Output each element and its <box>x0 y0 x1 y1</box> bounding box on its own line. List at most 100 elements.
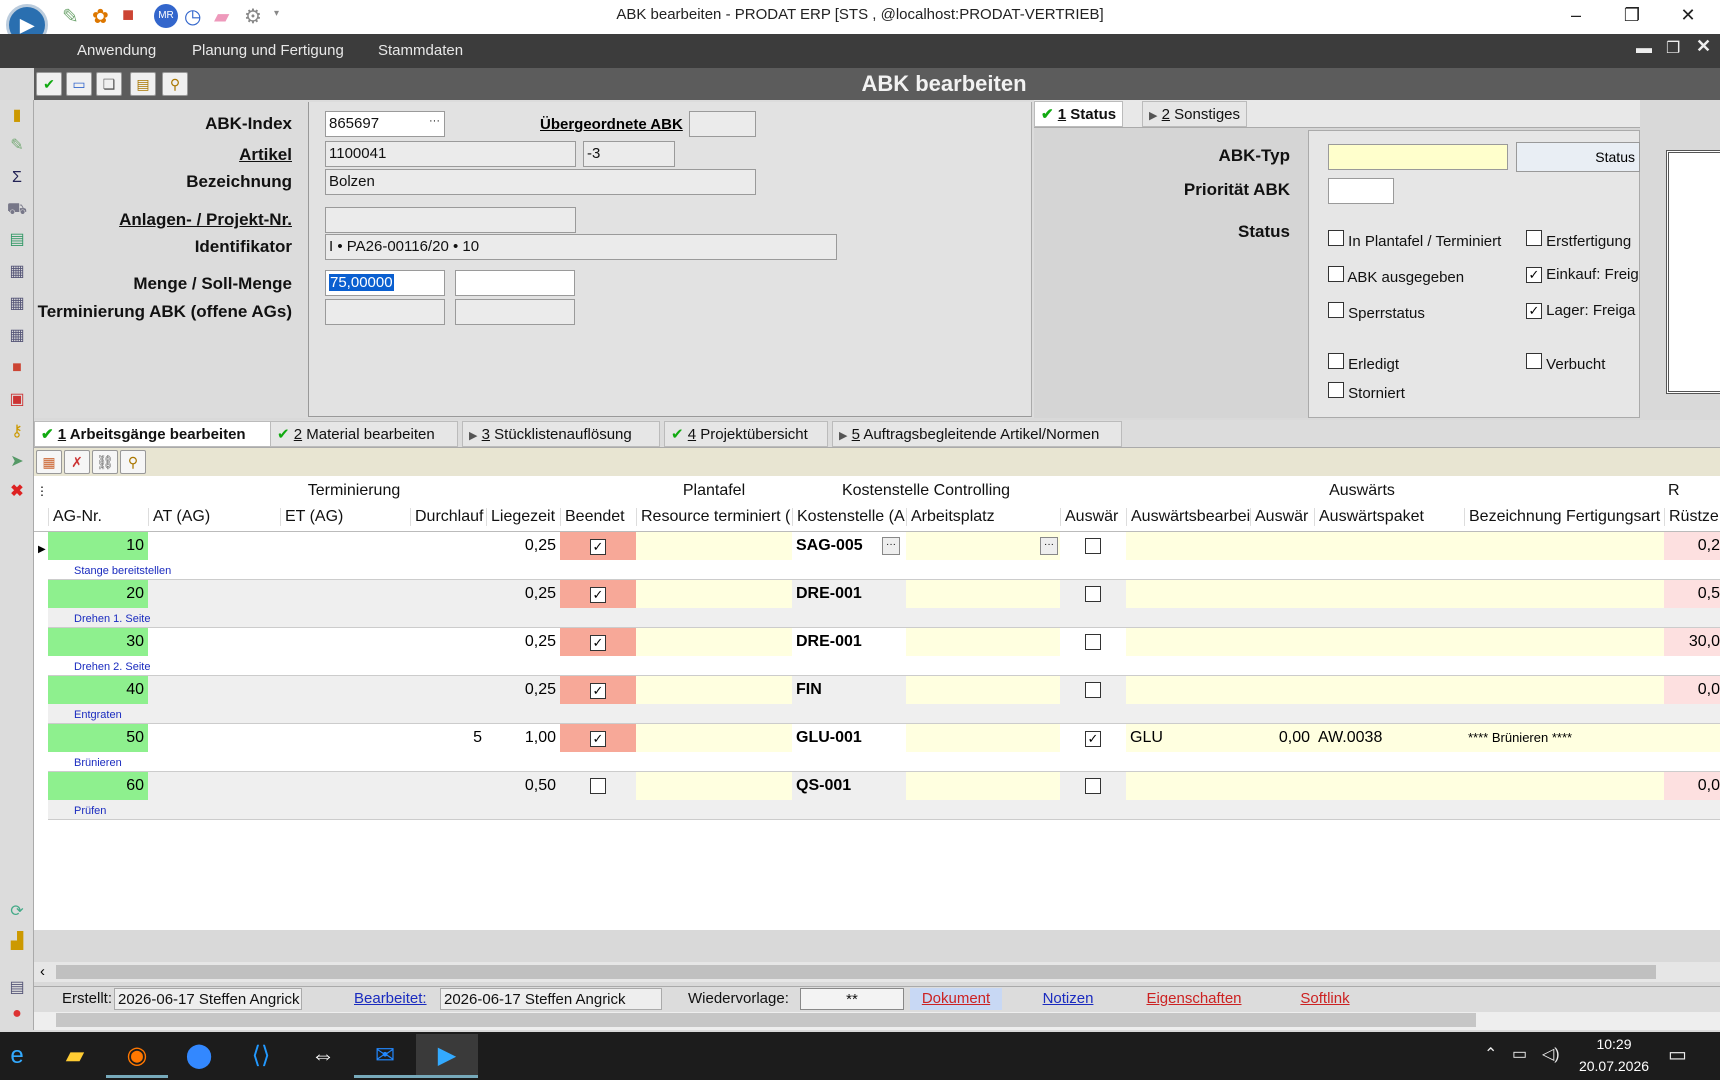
prioritaet-field[interactable] <box>1328 178 1394 204</box>
grid-column-header[interactable]: Beendet <box>560 508 636 526</box>
kostenstelle-cell[interactable]: DRE-001 <box>792 628 906 656</box>
liegezeit-cell[interactable]: 0,25 <box>486 676 560 704</box>
form-icon[interactable]: ▤ <box>4 976 30 1000</box>
artikel-field[interactable]: 1100041 <box>325 141 576 167</box>
eigenschaften-link[interactable]: Eigenschaften <box>1134 988 1254 1010</box>
sum-icon[interactable]: Σ <box>4 166 30 190</box>
auswaertsbearb-cell[interactable] <box>1126 580 1250 608</box>
explorer-icon[interactable]: ▰ <box>44 1034 106 1078</box>
status-checkbox[interactable] <box>1526 353 1542 369</box>
auswaerts-cell[interactable] <box>1060 580 1126 606</box>
resource-cell[interactable] <box>636 724 792 752</box>
arbeitsplatz-cell[interactable] <box>906 628 1060 656</box>
grid-column-header[interactable]: Auswär <box>1250 508 1314 526</box>
copy-icon[interactable]: ❏ <box>96 72 122 96</box>
auswaerts-cell[interactable] <box>1060 772 1126 798</box>
bearbeitet-link[interactable]: Bearbeitet: <box>354 988 427 1010</box>
menu-stammdaten[interactable]: Stammdaten <box>378 34 463 68</box>
doc3-icon[interactable]: ▦ <box>4 324 30 348</box>
grid-column-header[interactable]: ET (AG) <box>280 508 410 526</box>
auswaerts-checkbox[interactable] <box>1085 682 1101 698</box>
beendet-cell[interactable]: ✓ <box>560 580 636 608</box>
resource-cell[interactable] <box>636 676 792 704</box>
fertigungsart-cell[interactable] <box>1464 772 1664 800</box>
arbeitsplatz-lookup-icon[interactable]: ··· <box>1040 537 1058 555</box>
grid-column-header[interactable]: Arbeitsplatz <box>906 508 1060 526</box>
grid-link-icon[interactable]: ⛓ <box>92 450 118 474</box>
grid-column-header[interactable]: Rüstze <box>1664 508 1720 526</box>
status-button[interactable]: Status <box>1516 142 1640 172</box>
grid-column-header[interactable]: Kostenstelle (A <box>792 508 906 526</box>
ag-nr-cell[interactable]: 50 <box>48 724 148 752</box>
arbeitsplatz-cell[interactable] <box>906 532 1060 560</box>
table-row[interactable]: 20 0,25 ✓ DRE-001 0,5 Drehen 1. Seite <box>48 580 1720 628</box>
beendet-checkbox[interactable] <box>590 778 606 794</box>
auswaerts-checkbox[interactable] <box>1085 778 1101 794</box>
status-checkbox[interactable] <box>1526 230 1542 246</box>
new-window-icon[interactable]: ▭ <box>66 72 92 96</box>
status-checkbox-row[interactable]: ✓ Lager: Freiga <box>1526 302 1640 319</box>
status-checkbox-row[interactable]: ABK ausgegeben <box>1328 266 1508 286</box>
ag-nr-cell[interactable]: 60 <box>48 772 148 800</box>
kostenstelle-cell[interactable]: GLU-001 <box>792 724 906 752</box>
mdi-restore-icon[interactable]: ❐ <box>1666 38 1680 58</box>
list-icon[interactable]: ▤ <box>4 228 30 252</box>
liegezeit-cell[interactable]: 0,50 <box>486 772 560 800</box>
teamviewer-icon[interactable]: ⇔ <box>292 1034 354 1078</box>
maximize-button[interactable]: ❐ <box>1604 0 1660 32</box>
tab-status[interactable]: ✔ 1 Status <box>1034 101 1124 127</box>
grid-column-header[interactable]: AT (AG) <box>148 508 280 526</box>
beendet-cell[interactable] <box>560 772 636 800</box>
auswaerts-value-cell[interactable]: 0,00 <box>1250 724 1314 752</box>
calendar-icon[interactable]: ▣ <box>4 388 30 412</box>
parent-abk-field[interactable] <box>689 111 756 137</box>
search-icon[interactable]: ⚲ <box>162 72 188 96</box>
auswaerts-cell[interactable] <box>1060 676 1126 702</box>
beendet-checkbox[interactable]: ✓ <box>590 539 606 555</box>
grid-column-header[interactable]: Durchlauf <box>410 508 486 526</box>
beendet-cell[interactable]: ✓ <box>560 676 636 704</box>
chart-icon[interactable]: ▟ <box>4 930 30 954</box>
vscode-icon[interactable]: ⟨⟩ <box>230 1034 292 1078</box>
auswaerts-checkbox[interactable]: ✓ <box>1085 731 1101 747</box>
send-icon[interactable]: ➤ <box>4 450 30 474</box>
notification-icon[interactable]: ▭ <box>1668 1042 1687 1067</box>
bottom-scrollbar[interactable] <box>34 1010 1720 1030</box>
bezeichnung-field[interactable]: Bolzen <box>325 169 756 195</box>
outlook-icon[interactable]: ✉ <box>354 1034 416 1078</box>
grid-table-icon[interactable]: ▦ <box>36 450 62 474</box>
close-button[interactable]: ✕ <box>1660 0 1716 32</box>
bottom-scroll-thumb[interactable] <box>56 1013 1476 1027</box>
status-checkbox-row[interactable]: Verbucht <box>1526 353 1640 373</box>
cart-icon[interactable]: ⛟ <box>4 198 30 222</box>
resource-cell[interactable] <box>636 628 792 656</box>
tab-bottom[interactable]: ▶ 3 Stücklistenauflösung <box>462 421 660 447</box>
auswaertspaket-cell[interactable] <box>1314 772 1464 800</box>
beendet-checkbox[interactable]: ✓ <box>590 587 606 603</box>
grid-settings-icon[interactable]: ⋮ <box>36 484 48 498</box>
ruestzeit-cell[interactable]: 0,5 <box>1664 580 1720 608</box>
terminierung-end-field[interactable] <box>455 299 575 325</box>
grid-column-header[interactable]: Resource terminiert ( <box>636 508 792 526</box>
ie-icon[interactable]: e <box>0 1034 48 1078</box>
auswaerts-value-cell[interactable] <box>1250 532 1314 560</box>
status-checkbox-row[interactable]: Sperrstatus <box>1328 302 1508 322</box>
grid-column-header[interactable]: AG-Nr. <box>48 508 148 526</box>
kst-lookup-icon[interactable]: ··· <box>882 537 900 555</box>
tab-bottom[interactable]: ✔ 4 Projektübersicht <box>664 421 828 447</box>
durchlauf-cell[interactable]: 5 <box>410 724 486 752</box>
resource-cell[interactable] <box>636 580 792 608</box>
ag-nr-cell[interactable]: 30 <box>48 628 148 656</box>
auswaertsbearb-cell[interactable] <box>1126 628 1250 656</box>
grid-search-icon[interactable]: ⚲ <box>120 450 146 474</box>
scroll-left-icon[interactable]: ‹ <box>40 963 45 980</box>
doc2-icon[interactable]: ▦ <box>4 292 30 316</box>
auswaertspaket-cell[interactable] <box>1314 628 1464 656</box>
auswaertspaket-cell[interactable] <box>1314 580 1464 608</box>
ag-nr-cell[interactable]: 20 <box>48 580 148 608</box>
status-checkbox-row[interactable]: Erstfertigung <box>1526 230 1640 250</box>
status-checkbox-row[interactable]: In Plantafel / Terminiert <box>1328 230 1508 250</box>
stop-icon[interactable]: ● <box>4 1002 30 1026</box>
auswaerts-value-cell[interactable] <box>1250 628 1314 656</box>
fertigungsart-cell[interactable] <box>1464 580 1664 608</box>
